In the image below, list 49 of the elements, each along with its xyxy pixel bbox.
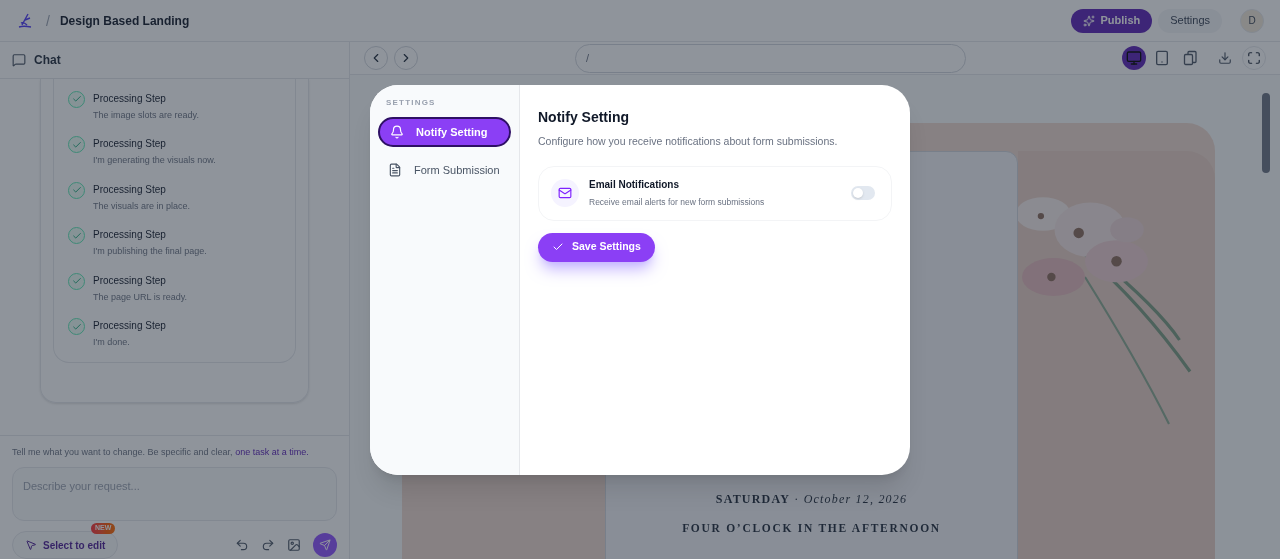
- date-line: SATURDAY · October 12, 2026: [715, 491, 908, 508]
- option-detail: Receive email alerts for new form submissions: [589, 196, 765, 210]
- document-icon: [388, 163, 402, 177]
- settings-nav-item[interactable]: Notify Setting: [378, 117, 511, 147]
- breadcrumb-separator: /: [46, 11, 50, 31]
- chat-icon: [12, 52, 26, 67]
- dialog-title: Notify Setting: [538, 108, 630, 127]
- step-title: Processing Step: [93, 319, 166, 334]
- download-icon[interactable]: [1218, 51, 1232, 65]
- dialog-subtitle: Configure how you receive notifications about form submissions.: [538, 134, 839, 149]
- option-title: Email Notifications: [589, 178, 680, 193]
- chat-title: Chat: [34, 51, 61, 69]
- undo-icon[interactable]: [235, 538, 249, 552]
- image-icon[interactable]: [287, 538, 301, 552]
- step-title: Processing Step: [93, 137, 167, 152]
- fullscreen-icon: [1247, 51, 1261, 65]
- select-to-edit-button[interactable]: Select to edit: [12, 531, 119, 559]
- devices-icon: [1182, 50, 1198, 66]
- chat-hint: Tell me what you want to change. Be specific and clear, one task at a time.: [12, 445, 310, 459]
- bell-icon: [390, 125, 404, 139]
- redo-icon[interactable]: [261, 538, 275, 552]
- tablet-icon: [1154, 50, 1170, 66]
- step-detail: I'm publishing the final page.: [93, 245, 207, 259]
- step-title: Processing Step: [93, 273, 167, 288]
- toggle-switch[interactable]: [851, 186, 875, 201]
- step-title: Processing Step: [93, 228, 167, 243]
- section-label: SETTINGS: [385, 97, 437, 109]
- settings-button[interactable]: Settings: [1158, 8, 1222, 33]
- send-button[interactable]: [313, 533, 337, 557]
- sparkle-icon: [1082, 14, 1095, 27]
- pointer-icon: [25, 539, 37, 551]
- time-line: FOUR O’CLOCK IN THE AFTERNOON: [682, 521, 941, 536]
- step-title: Processing Step: [93, 182, 167, 197]
- monitor-icon: [1126, 50, 1142, 66]
- step-detail: The page URL is ready.: [93, 290, 188, 304]
- step-detail: The visuals are in place.: [93, 199, 191, 213]
- step-detail: The image slots are ready.: [93, 108, 199, 122]
- save-settings-button[interactable]: Save Settings: [538, 232, 655, 262]
- device-toggle[interactable]: [1122, 46, 1146, 70]
- hint-link[interactable]: one task at a time.: [235, 446, 309, 457]
- step-detail: I'm generating the visuals now.: [93, 154, 216, 168]
- mail-icon-badge: [551, 179, 579, 208]
- project-title: Design Based Landing: [59, 12, 190, 30]
- publish-button[interactable]: Publish: [1070, 8, 1153, 33]
- send-icon: [319, 539, 331, 551]
- step-detail: I'm done.: [93, 336, 131, 350]
- settings-nav-item[interactable]: Form Submission: [378, 155, 511, 185]
- avatar[interactable]: D: [1240, 8, 1264, 33]
- step-title: Processing Step: [93, 91, 167, 106]
